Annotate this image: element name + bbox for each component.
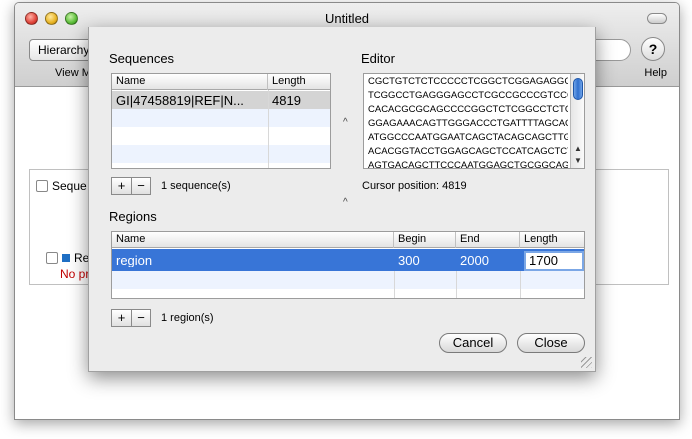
remove-region-button[interactable]: − [131, 310, 150, 326]
scroll-thumb[interactable] [573, 78, 583, 100]
region-end-cell: 2000 [460, 253, 489, 267]
table-row[interactable]: GI|47458819|REF|N... 4819 [112, 91, 330, 109]
table-row [112, 109, 330, 127]
regions-add-remove: + − [111, 309, 151, 327]
column-divider [456, 271, 457, 298]
region-name-cell: region [116, 253, 153, 267]
close-button[interactable]: Close [517, 333, 585, 353]
editor-title: Editor [361, 51, 395, 66]
cursor-position-label: Cursor position: 4819 [362, 180, 467, 192]
sequences-table-header: Name Length [112, 74, 330, 90]
cancel-button[interactable]: Cancel [439, 333, 507, 353]
table-row [112, 271, 584, 289]
help-button[interactable]: ? [641, 37, 665, 61]
column-divider [268, 90, 269, 168]
table-row [112, 127, 330, 145]
add-sequence-button[interactable]: + [112, 178, 131, 194]
sequences-add-remove: + − [111, 177, 151, 195]
table-row [112, 289, 584, 298]
column-header-length[interactable]: Length [520, 232, 584, 248]
sequences-table[interactable]: Name Length GI|47458819|REF|N... 4819 [111, 73, 331, 169]
sequence-editor-sheet: Sequences Name Length GI|47458819|REF|N.… [88, 27, 596, 372]
region-color-swatch [62, 254, 70, 262]
column-divider [394, 271, 395, 298]
regions-table[interactable]: Name Begin End Length region 300 2000 17… [111, 231, 585, 299]
table-row[interactable]: region 300 2000 1700 [112, 249, 584, 271]
column-header-end[interactable]: End [456, 232, 520, 248]
region-checkbox[interactable] [46, 252, 58, 264]
horizontal-splitter-handle[interactable]: ^ [343, 197, 348, 208]
column-header-begin[interactable]: Begin [394, 232, 456, 248]
window-title: Untitled [324, 11, 370, 26]
sequence-checkbox[interactable] [36, 180, 48, 192]
table-row [112, 145, 330, 163]
vertical-splitter-handle[interactable]: ^ [343, 117, 348, 128]
add-region-button[interactable]: + [112, 310, 131, 326]
column-header-name[interactable]: Name [112, 232, 394, 248]
sequence-text[interactable]: CGCTGTCTCTCCCCCTCGGCTCGGAGAGGCCCT TCGGCC… [368, 75, 568, 168]
help-label: Help [644, 67, 667, 79]
region-length-input[interactable]: 1700 [524, 251, 584, 271]
sequence-checkbox-label: Seque [52, 179, 87, 193]
view-mode-label: View M [55, 67, 91, 79]
no-preview-text: No pr [60, 267, 90, 281]
region-begin-cell: 300 [398, 253, 420, 267]
sequence-editor-textarea[interactable]: CGCTGTCTCTCCCCCTCGGCTCGGAGAGGCCCT TCGGCC… [363, 73, 585, 169]
remove-sequence-button[interactable]: − [131, 178, 150, 194]
sequences-title: Sequences [109, 51, 175, 66]
editor-scrollbar[interactable]: ▲ ▼ [570, 74, 584, 168]
sequence-count-label: 1 sequence(s) [161, 180, 231, 192]
scroll-up-arrow-icon[interactable]: ▲ [574, 144, 582, 153]
sequence-length-cell: 4819 [272, 93, 301, 108]
scroll-down-arrow-icon[interactable]: ▼ [574, 156, 582, 165]
resize-grip-icon[interactable] [581, 357, 592, 368]
column-header-length[interactable]: Length [268, 74, 330, 90]
regions-table-header: Name Begin End Length [112, 232, 584, 248]
region-count-label: 1 region(s) [161, 312, 214, 324]
question-mark-icon: ? [648, 41, 658, 57]
sequence-name-cell: GI|47458819|REF|N... [116, 93, 244, 108]
regions-title: Regions [109, 209, 157, 224]
column-divider [520, 271, 521, 298]
column-header-name[interactable]: Name [112, 74, 268, 90]
